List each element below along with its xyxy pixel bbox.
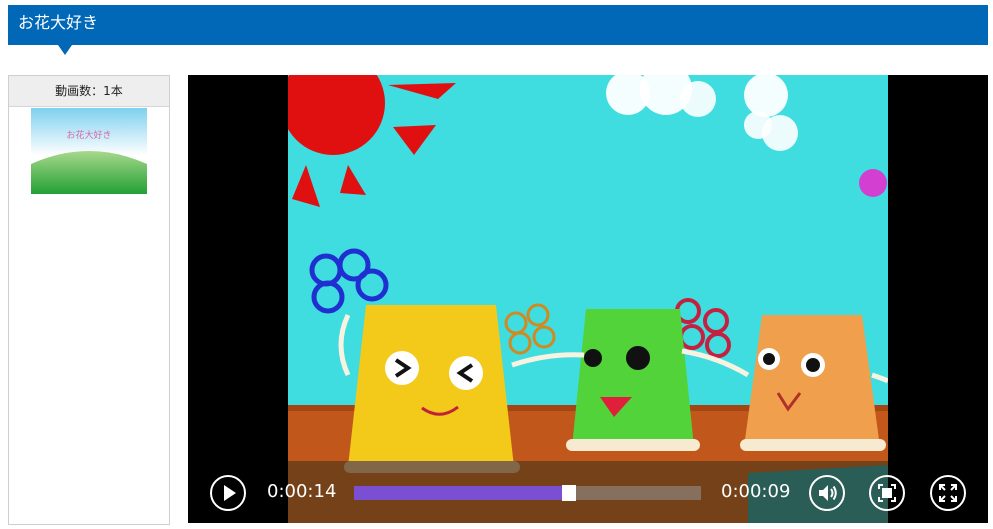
fullscreen-button[interactable]	[930, 475, 966, 511]
player-controls: 0:00:14 0:00:09	[188, 461, 988, 523]
thumbnail-caption: お花大好き	[66, 129, 111, 141]
fullscreen-icon	[939, 484, 957, 502]
play-icon	[224, 485, 236, 501]
video-player[interactable]: 0:00:14 0:00:09	[188, 75, 988, 523]
thumbnail-image: お花大好き	[31, 108, 147, 194]
video-count-label: 動画数：1本	[9, 76, 169, 107]
video-thumbnail[interactable]: お花大好き	[31, 108, 147, 194]
remaining-time: 0:00:09	[721, 481, 791, 502]
video-frame	[288, 75, 888, 523]
video-scene-image	[288, 75, 888, 523]
screen-size-button[interactable]	[869, 475, 905, 511]
video-list-panel: 動画数：1本 お花大好き	[8, 75, 170, 525]
speaker-icon	[819, 485, 837, 501]
seek-bar-progress	[354, 486, 562, 500]
page-header: お花大好き	[8, 5, 988, 55]
seek-bar[interactable]	[354, 485, 701, 501]
seek-bar-handle[interactable]	[562, 485, 576, 501]
page-title: お花大好き	[18, 13, 99, 32]
volume-button[interactable]	[809, 475, 845, 511]
fit-screen-icon	[878, 484, 896, 502]
header-pointer	[58, 45, 72, 55]
play-button[interactable]	[210, 475, 246, 511]
elapsed-time: 0:00:14	[267, 481, 337, 502]
